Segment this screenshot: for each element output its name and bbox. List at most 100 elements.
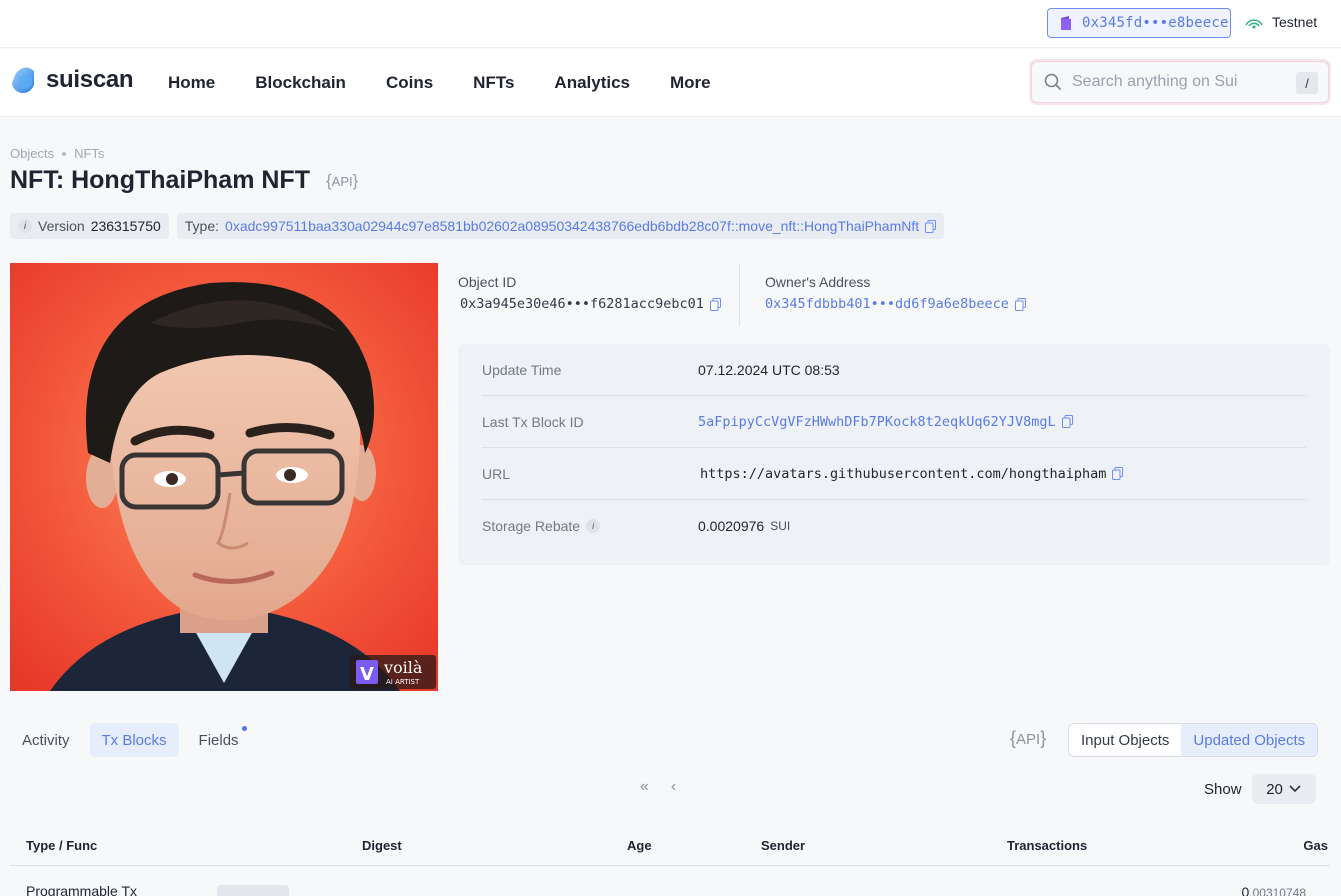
top-strip: 0x345fd•••e8beece Testnet (0, 0, 1341, 48)
sui-drop-icon (12, 67, 34, 94)
nav-blockchain[interactable]: Blockchain (255, 73, 346, 93)
search-shortcut-key: / (1296, 72, 1318, 94)
storage-rebate-label: Storage Rebate (482, 518, 581, 534)
info-icon[interactable]: i (586, 519, 601, 533)
tab-fields[interactable]: Fields (187, 723, 251, 757)
url-label: URL (482, 465, 511, 482)
nft-portrait-illustration: V voilà AI ARTIST (10, 263, 438, 691)
info-icon: i (18, 219, 32, 233)
api-link-secondary[interactable]: {API} (1010, 728, 1046, 749)
brand-name: suiscan (46, 66, 134, 93)
network-selector[interactable]: Testnet (1244, 14, 1317, 30)
tab-activity[interactable]: Activity (10, 723, 82, 757)
show-label: Show (1204, 780, 1242, 798)
wallet-icon (1061, 16, 1071, 30)
last-tx-link[interactable]: 5aFpipyCcVgVFzHWwhDFb7PKock8t2eqkUq62YJV… (698, 414, 1056, 430)
col-age: Age (627, 838, 652, 853)
search-box: / (1031, 61, 1329, 103)
nav-more[interactable]: More (670, 73, 711, 93)
owner-block: Owner's Address 0x345fdbbb401•••dd6f9a6e… (765, 263, 1026, 312)
new-indicator-dot (241, 726, 247, 731)
chevron-down-icon (1289, 785, 1301, 793)
object-id-label: Object ID (458, 274, 517, 290)
row-type: Programmable Tx (26, 883, 138, 896)
tab-tx-blocks[interactable]: Tx Blocks (89, 723, 179, 757)
api-label-secondary: API (1016, 731, 1041, 748)
col-gas: Gas (1303, 838, 1328, 853)
storage-rebate-value-row: 0.0020976 SUI (698, 518, 790, 534)
nav-coins[interactable]: Coins (386, 73, 433, 93)
suiscan-logo[interactable]: suiscan (10, 65, 134, 95)
col-sender: Sender (761, 838, 806, 853)
breadcrumb: Objects NFTs (10, 146, 104, 161)
breadcrumb-objects[interactable]: Objects (10, 146, 54, 161)
copy-icon[interactable] (709, 297, 721, 311)
version-value: 236315750 (90, 218, 161, 234)
nav-analytics[interactable]: Analytics (554, 73, 630, 93)
svg-text:V: V (360, 664, 374, 685)
update-time-value: 07.12.2024 UTC 08:53 (698, 361, 840, 378)
tab-bar: Activity Tx Blocks Fields (10, 723, 251, 757)
wallet-address: 0x345fd•••e8beece (1082, 15, 1229, 31)
table-header: Type / Func Digest Age Sender Transactio… (10, 826, 1330, 866)
last-tx-row: Last Tx Block ID 5aFpipyCcVgVFzHWwhDFb7P… (482, 396, 1306, 448)
prev-page-button[interactable]: ‹ (671, 778, 676, 796)
tab-fields-label: Fields (198, 731, 239, 749)
api-label: API (331, 173, 353, 189)
object-summary: Object ID 0x3a945e30e46•••f6281acc9ebc01… (458, 263, 1058, 327)
copy-icon[interactable] (1014, 297, 1026, 311)
type-label: Type: (184, 218, 220, 234)
copy-icon[interactable] (1061, 415, 1073, 428)
updated-objects-button[interactable]: Updated Objects (1181, 724, 1318, 756)
search-input[interactable] (1072, 73, 1292, 91)
last-tx-value-row: 5aFpipyCcVgVFzHWwhDFb7PKock8t2eqkUq62YJV… (698, 414, 1073, 430)
first-page-button[interactable]: « (640, 778, 649, 796)
owner-label: Owner's Address (765, 274, 871, 290)
storage-rebate-value: 0.0020976 (698, 518, 765, 534)
col-transactions: Transactions (1007, 838, 1088, 853)
object-id-value: 0x3a945e30e46•••f6281acc9ebc01 (460, 296, 704, 312)
api-link[interactable]: {API} (326, 171, 358, 191)
type-chip: Type: 0xadc997511baa330a02944c97e8581bb0… (176, 213, 945, 239)
copy-icon[interactable] (1112, 467, 1124, 480)
owner-address-link[interactable]: 0x345fdbbb401•••dd6f9a6e8beece (765, 296, 1009, 312)
objects-segmented-control: Input Objects Updated Objects (1068, 723, 1319, 757)
page-size-select[interactable]: 20 (1251, 774, 1316, 804)
main-navbar: suiscan Home Blockchain Coins NFTs Analy… (0, 49, 1341, 117)
update-time-row: Update Time 07.12.2024 UTC 08:53 (482, 344, 1306, 396)
storage-rebate-row: Storage Rebate i 0.0020976 SUI (482, 500, 1306, 552)
object-id-row: 0x3a945e30e46•••f6281acc9ebc01 (458, 296, 721, 312)
row-gas-frac: .00310748 (1249, 886, 1306, 896)
table-row[interactable]: Programmable Tx 0.00310748 (10, 866, 1330, 896)
url-value-row: https://avatars.githubusercontent.com/ho… (698, 465, 1124, 482)
url-value: https://avatars.githubusercontent.com/ho… (700, 465, 1107, 482)
storage-rebate-unit: SUI (770, 519, 791, 533)
page-size-value: 20 (1266, 780, 1283, 798)
version-chip: i Version 236315750 (10, 213, 169, 239)
breadcrumb-nfts[interactable]: NFTs (74, 146, 104, 161)
meta-chips: i Version 236315750 Type: 0xadc997511baa… (10, 213, 945, 239)
col-type-func: Type / Func (26, 838, 98, 853)
page-title-row: NFT: HongThaiPham NFT {API} (10, 166, 358, 195)
details-card: Update Time 07.12.2024 UTC 08:53 Last Tx… (458, 344, 1330, 565)
watermark-subtext: AI ARTIST (386, 678, 420, 686)
version-label: Version (38, 218, 85, 234)
input-objects-button[interactable]: Input Objects (1069, 724, 1181, 756)
row-gas: 0.00310748 (1241, 884, 1306, 896)
signal-icon (1245, 19, 1263, 29)
nav-nfts[interactable]: NFTs (473, 73, 514, 93)
watermark-text: voilà (383, 658, 423, 677)
object-id-block: Object ID 0x3a945e30e46•••f6281acc9ebc01 (458, 263, 721, 312)
breadcrumb-separator (62, 151, 67, 156)
page-size-control: Show 20 (1204, 774, 1316, 804)
page-title: NFT: HongThaiPham NFT (10, 166, 310, 194)
type-value-link[interactable]: 0xadc997511baa330a02944c97e8581bb02602a0… (225, 218, 919, 234)
col-digest: Digest (362, 838, 402, 853)
owner-row: 0x345fdbbb401•••dd6f9a6e8beece (765, 296, 1026, 312)
network-name: Testnet (1272, 14, 1318, 30)
url-row: URL https://avatars.githubusercontent.co… (482, 448, 1306, 500)
update-time-label: Update Time (482, 361, 562, 378)
wallet-address-button[interactable]: 0x345fd•••e8beece (1047, 8, 1231, 38)
nav-home[interactable]: Home (168, 73, 215, 93)
copy-icon[interactable] (925, 219, 937, 233)
